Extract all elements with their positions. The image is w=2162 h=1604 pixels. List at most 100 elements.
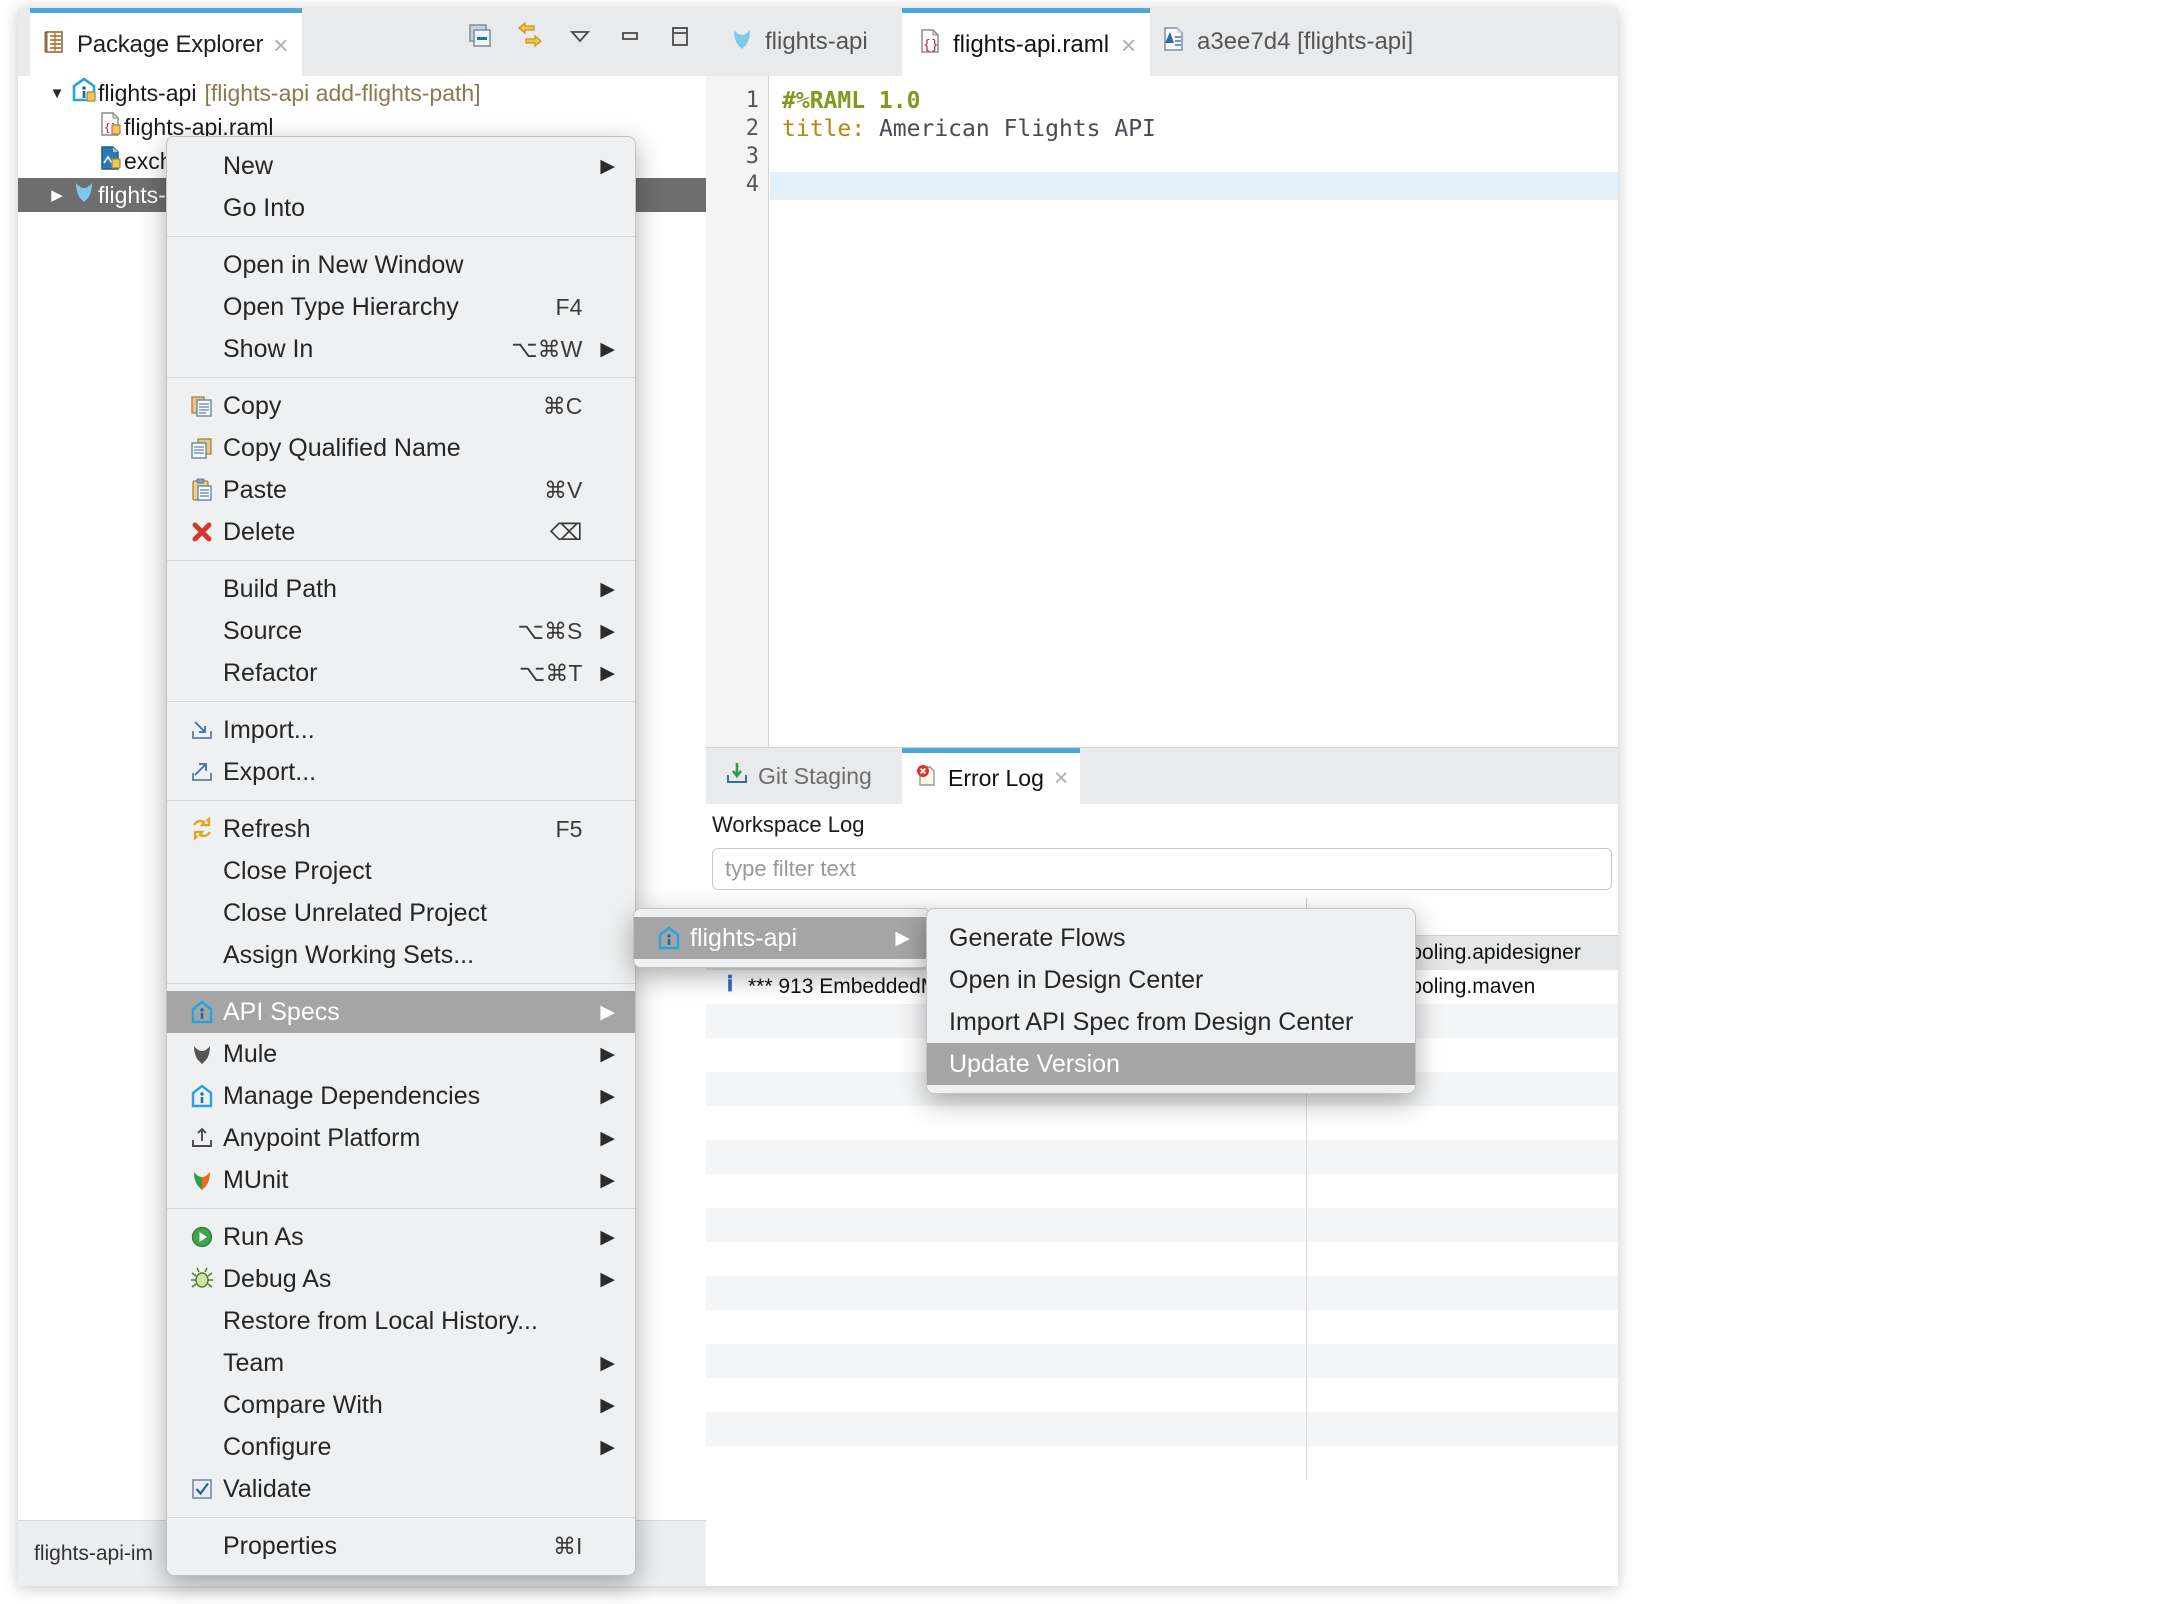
menu-item-refactor[interactable]: Refactor ⌥⌘T ▶ — [167, 652, 635, 694]
menu-item-label: Run As — [223, 1222, 304, 1251]
menu-item-assign-working-sets[interactable]: Assign Working Sets... ▶ — [167, 934, 635, 976]
menu-item-label: Close Unrelated Project — [223, 898, 488, 927]
submenu-item-import-api-spec-from-design-center[interactable]: Import API Spec from Design Center — [927, 1001, 1415, 1043]
menu-item-import[interactable]: Import... ▶ — [167, 709, 635, 751]
menu-item-mule[interactable]: Mule ▶ — [167, 1033, 635, 1075]
view-menu-icon[interactable] — [566, 22, 594, 55]
api-specs-submenu[interactable]: flights-api ▶ — [633, 908, 931, 968]
menu-item-refresh[interactable]: Refresh F5 ▶ — [167, 808, 635, 850]
menu-item-paste[interactable]: Paste ⌘V ▶ — [167, 469, 635, 511]
menu-item-debug-as[interactable]: Debug As ▶ — [167, 1258, 635, 1300]
tree-item-flights-api[interactable]: ▼ flights-api [flights-api add-flights-p… — [18, 76, 706, 110]
menu-item-team[interactable]: Team ▶ — [167, 1342, 635, 1384]
chevron-down-icon[interactable]: ▼ — [44, 85, 70, 102]
code-token: American Flights API — [865, 116, 1156, 142]
tab-git-staging[interactable]: Git Staging — [712, 748, 884, 804]
menu-item-label: New — [223, 151, 274, 180]
api-specs-icon — [652, 925, 686, 951]
menu-item-label: Refactor — [223, 658, 318, 687]
menu-item-close-project[interactable]: Close Project ▶ — [167, 850, 635, 892]
menu-item-validate[interactable]: Validate ▶ — [167, 1468, 635, 1510]
table-row[interactable] — [706, 1276, 1618, 1310]
menu-item-run-as[interactable]: Run As ▶ — [167, 1216, 635, 1258]
menu-item-open-type-hierarchy[interactable]: Open Type Hierarchy F4 ▶ — [167, 286, 635, 328]
menu-item-compare-with[interactable]: Compare With ▶ — [167, 1384, 635, 1426]
tab-error-log[interactable]: Error Log × — [902, 748, 1081, 804]
submenu-arrow-icon: ▶ — [600, 1436, 615, 1458]
menu-item-go-into[interactable]: Go Into ▶ — [167, 187, 635, 229]
submenu-item-flights-api[interactable]: flights-api ▶ — [634, 917, 930, 959]
menu-item-new[interactable]: New ▶ — [167, 145, 635, 187]
submenu-item-generate-flows[interactable]: Generate Flows — [927, 917, 1415, 959]
line-number: 3 — [745, 144, 759, 169]
submenu-item-update-version[interactable]: Update Version — [927, 1043, 1415, 1085]
menu-item-api-specs[interactable]: API Specs ▶ — [167, 991, 635, 1033]
menu-item-label: Assign Working Sets... — [223, 940, 475, 969]
maximize-icon[interactable] — [666, 22, 694, 55]
mule-icon — [185, 1041, 219, 1067]
close-icon[interactable]: × — [1121, 32, 1136, 58]
menu-item-label: Import... — [223, 715, 315, 744]
collapse-all-icon[interactable] — [466, 22, 494, 55]
debug-icon — [185, 1266, 219, 1292]
menu-item-munit[interactable]: MUnit ▶ — [167, 1159, 635, 1201]
link-with-editor-icon[interactable] — [516, 21, 544, 55]
table-row[interactable] — [706, 1378, 1618, 1412]
table-row[interactable] — [706, 1310, 1618, 1344]
tab-package-explorer[interactable]: Package Explorer × — [30, 8, 302, 76]
menu-item-export[interactable]: Export... ▶ — [167, 751, 635, 793]
submenu-arrow-icon: ▶ — [600, 1169, 615, 1191]
menu-item-copy-qualified-name[interactable]: Copy Qualified Name ▶ — [167, 427, 635, 469]
table-row[interactable] — [706, 1446, 1618, 1480]
menu-item-source[interactable]: Source ⌥⌘S ▶ — [167, 610, 635, 652]
menu-item-accelerator: ⌘C — [542, 392, 583, 419]
code-editor[interactable]: 1 2 3 4 #%RAML 1.0 title: American Fligh… — [706, 76, 1618, 748]
close-icon[interactable]: × — [273, 32, 288, 58]
submenu-arrow-icon: ▶ — [600, 1394, 615, 1416]
table-row[interactable] — [706, 1412, 1618, 1446]
close-icon[interactable]: × — [1054, 766, 1069, 791]
menu-item-delete[interactable]: Delete ⌫ ▶ — [167, 511, 635, 553]
status-text: flights-api-im — [34, 1541, 154, 1565]
table-row[interactable] — [706, 1106, 1618, 1140]
menu-item-label: Copy — [223, 391, 282, 420]
package-explorer-tabbar: Package Explorer × — [18, 8, 706, 76]
tree-item-branch: [flights-api add-flights-path] — [204, 79, 481, 106]
submenu-arrow-icon: ▶ — [600, 338, 615, 360]
menu-item-build-path[interactable]: Build Path ▶ — [167, 568, 635, 610]
table-row[interactable] — [706, 1242, 1618, 1276]
tab-flights-api-raml[interactable]: {} flights-api.raml × — [902, 8, 1151, 76]
menu-item-properties[interactable]: Properties ⌘I ▶ — [167, 1525, 635, 1567]
menu-item-label: Anypoint Platform — [223, 1123, 421, 1152]
submenu-arrow-icon: ▶ — [600, 1001, 615, 1023]
tab-label: Git Staging — [758, 762, 872, 789]
table-row[interactable] — [706, 1174, 1618, 1208]
tab-commit-a3ee7d4[interactable]: a3ee7d4 [flights-api] — [1146, 8, 1427, 76]
submenu-arrow-icon: ▶ — [600, 662, 615, 684]
project-context-menu[interactable]: New ▶ Go Into ▶ Open in New Window ▶ Ope… — [166, 136, 636, 1576]
menu-item-restore-from-local-history[interactable]: Restore from Local History... ▶ — [167, 1300, 635, 1342]
table-row[interactable] — [706, 1344, 1618, 1378]
menu-item-configure[interactable]: Configure ▶ — [167, 1426, 635, 1468]
menu-item-label: Properties — [223, 1531, 337, 1560]
menu-item-copy[interactable]: Copy ⌘C ▶ — [167, 385, 635, 427]
menu-item-manage-dependencies[interactable]: Manage Dependencies ▶ — [167, 1075, 635, 1117]
table-row[interactable] — [706, 1208, 1618, 1242]
submenu-item-open-in-design-center[interactable]: Open in Design Center — [927, 959, 1415, 1001]
menu-item-open-in-new-window[interactable]: Open in New Window ▶ — [167, 244, 635, 286]
menu-item-accelerator: ⌘V — [544, 476, 583, 503]
submenu-item-label: Generate Flows — [949, 923, 1126, 952]
screenshot-root: Package Explorer × ▼ flights-api [flight… — [0, 0, 2162, 1604]
table-row[interactable] — [706, 1140, 1618, 1174]
menu-item-anypoint-platform[interactable]: Anypoint Platform ▶ — [167, 1117, 635, 1159]
minimize-icon[interactable] — [616, 22, 644, 55]
copy-icon — [185, 393, 219, 419]
chevron-right-icon[interactable]: ▶ — [44, 186, 70, 204]
tab-flights-api[interactable]: flights-api — [714, 8, 882, 76]
menu-item-close-unrelated-project[interactable]: Close Unrelated Project ▶ — [167, 892, 635, 934]
menu-item-show-in[interactable]: Show In ⌥⌘W ▶ — [167, 328, 635, 370]
code-lines[interactable]: #%RAML 1.0 title: American Flights API — [770, 76, 1618, 747]
flights-api-submenu[interactable]: Generate Flows Open in Design Center Imp… — [926, 908, 1416, 1094]
filter-input[interactable]: type filter text — [712, 848, 1612, 890]
